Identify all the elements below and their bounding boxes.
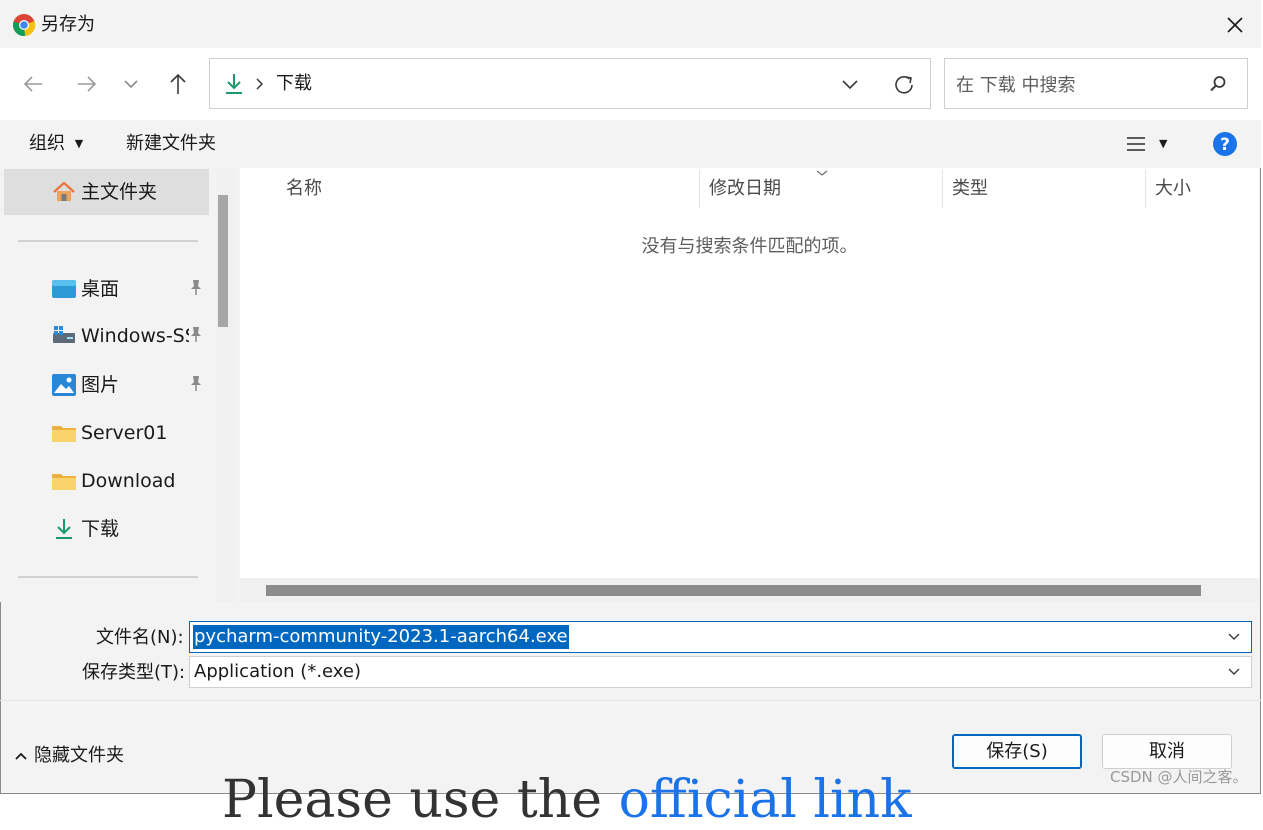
sidebar-item-label: Windows-SSD	[81, 325, 189, 347]
watermark: CSDN @人间之客。	[1110, 768, 1248, 786]
filename-input[interactable]: pycharm-community-2023.1-aarch64.exe	[193, 625, 569, 649]
pin-icon[interactable]	[188, 325, 204, 343]
search-icon	[1210, 76, 1226, 92]
background-text-prefix: Please use the	[222, 770, 603, 830]
arrow-right-icon	[78, 76, 97, 92]
horizontal-scrollbar-thumb[interactable]	[266, 585, 1201, 596]
organize-menu[interactable]: 组织 ▼	[29, 131, 83, 159]
filetype-select[interactable]: Application (*.exe)	[189, 656, 1252, 688]
search-box[interactable]	[944, 58, 1248, 109]
sidebar-item-label: 图片	[81, 374, 120, 396]
download-icon	[56, 519, 72, 539]
sidebar-item-label: Server01	[81, 422, 168, 444]
sidebar-item-label: 下载	[81, 518, 120, 540]
download-icon	[226, 74, 242, 94]
chevron-down-icon[interactable]	[1227, 631, 1241, 643]
refresh-icon[interactable]	[891, 72, 917, 98]
pin-icon[interactable]	[188, 374, 204, 392]
sidebar-item-home[interactable]: 主文件夹	[4, 169, 209, 215]
sidebar-item-label: 桌面	[81, 278, 120, 300]
arrow-up-icon	[170, 73, 186, 94]
folder-icon	[52, 426, 76, 442]
address-dropdown-icon[interactable]	[838, 72, 862, 96]
sidebar-item-label: 主文件夹	[81, 181, 158, 203]
arrow-left-icon	[23, 76, 42, 92]
close-button[interactable]	[1212, 6, 1258, 44]
sidebar-item-windows-ssd[interactable]: Windows-SSD	[4, 313, 209, 359]
sort-indicator-icon	[816, 170, 828, 176]
sidebar-item-server01[interactable]: Server01	[4, 410, 209, 456]
column-header-modified[interactable]: 修改日期	[709, 177, 781, 201]
view-options-icon[interactable]	[1126, 134, 1146, 154]
sidebar-item-desktop[interactable]: 桌面	[4, 266, 209, 312]
hide-folders-label: 隐藏文件夹	[34, 745, 124, 766]
title-bar	[0, 0, 1261, 48]
recent-locations-button[interactable]	[113, 66, 149, 102]
save-button[interactable]: 保存(S)	[952, 734, 1082, 769]
address-bar[interactable]	[209, 58, 931, 109]
chrome-icon	[13, 14, 36, 37]
sidebar-item-pictures[interactable]: 图片	[4, 362, 209, 408]
breadcrumb-chevron-icon	[256, 78, 264, 90]
column-divider[interactable]	[942, 170, 943, 208]
organize-label: 组织	[29, 133, 65, 154]
sidebar-item-download-folder[interactable]: Download	[4, 458, 209, 504]
close-icon	[1227, 17, 1243, 33]
new-folder-button[interactable]: 新建文件夹	[126, 131, 216, 157]
view-options-caret-icon[interactable]: ▼	[1159, 138, 1167, 150]
chevron-down-icon[interactable]	[1227, 666, 1241, 678]
empty-message: 没有与搜索条件匹配的项。	[641, 236, 858, 257]
window-title: 另存为	[41, 14, 95, 35]
sidebar-separator	[18, 576, 198, 578]
forward-button[interactable]	[68, 66, 104, 102]
column-header-type[interactable]: 类型	[952, 177, 988, 201]
hide-folders-toggle[interactable]: 隐藏文件夹	[14, 744, 124, 768]
sidebar-scrollbar-thumb[interactable]	[218, 195, 228, 327]
pin-icon[interactable]	[188, 278, 204, 296]
help-icon[interactable]: ?	[1212, 131, 1238, 157]
caret-down-icon: ▼	[74, 137, 84, 150]
chevron-down-icon	[124, 80, 138, 89]
up-button[interactable]	[160, 66, 196, 102]
column-divider[interactable]	[1145, 170, 1146, 208]
sidebar-item-downloads[interactable]: 下载	[4, 506, 209, 552]
back-button[interactable]	[16, 66, 52, 102]
search-input[interactable]	[954, 71, 1208, 99]
svg-text:?: ?	[1220, 135, 1230, 155]
filename-label: 文件名(N):	[96, 627, 184, 648]
background-link[interactable]: official link	[619, 770, 912, 830]
background-page-text: Please use the official link	[222, 770, 912, 830]
chevron-up-icon	[15, 752, 27, 760]
folder-icon	[52, 474, 76, 490]
filetype-value: Application (*.exe)	[194, 661, 361, 682]
sidebar-item-label: Download	[81, 470, 176, 492]
sidebar-separator	[18, 240, 198, 242]
pictures-icon	[52, 374, 76, 396]
home-icon	[53, 181, 75, 201]
windows-icon	[53, 326, 75, 343]
column-divider[interactable]	[699, 170, 700, 208]
footer-divider	[0, 700, 1261, 701]
cancel-button[interactable]: 取消	[1102, 734, 1232, 769]
column-header-size[interactable]: 大小	[1155, 177, 1191, 201]
breadcrumb-segment-download[interactable]: 下载	[276, 72, 312, 96]
desktop-icon	[52, 280, 76, 298]
filetype-label: 保存类型(T):	[82, 662, 186, 683]
filename-combobox[interactable]: pycharm-community-2023.1-aarch64.exe	[189, 621, 1252, 653]
column-header-name[interactable]: 名称	[286, 177, 322, 201]
